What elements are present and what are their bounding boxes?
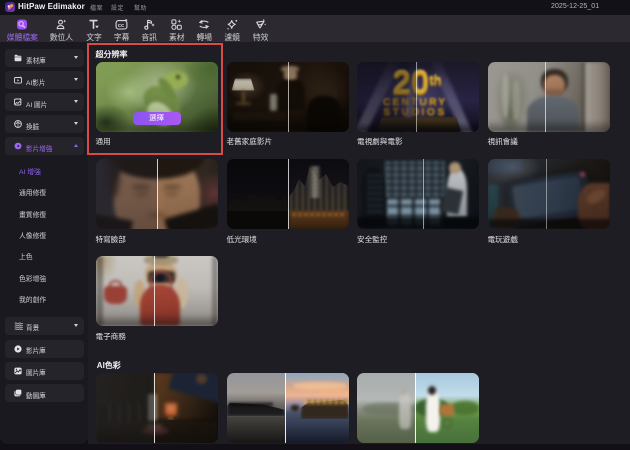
svg-text:cc: cc xyxy=(118,23,124,29)
